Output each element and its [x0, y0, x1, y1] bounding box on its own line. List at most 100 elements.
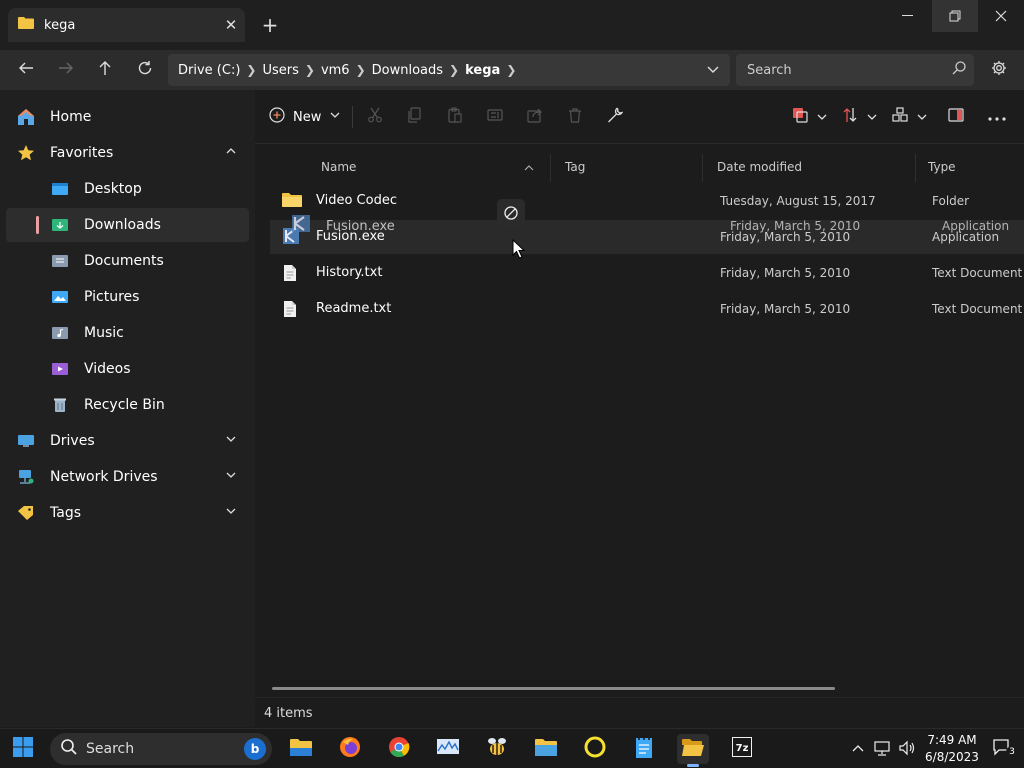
notification-center-button[interactable]: 3: [992, 738, 1018, 760]
column-divider[interactable]: [550, 154, 551, 182]
chevron-right-icon[interactable]: ❯: [506, 63, 516, 77]
tab-kega[interactable]: kega ✕: [8, 8, 245, 42]
sidebar-item-desktop[interactable]: Desktop: [6, 172, 249, 206]
svg-text:7z: 7z: [736, 743, 749, 754]
forward-button[interactable]: [51, 55, 81, 85]
cut-button[interactable]: [362, 104, 388, 130]
file-type: Folder: [932, 194, 970, 208]
clock-time: 7:49 AM: [927, 733, 977, 747]
close-icon[interactable]: ✕: [217, 16, 245, 34]
chevron-down-icon[interactable]: [225, 505, 237, 521]
chevron-down-icon[interactable]: [916, 111, 928, 127]
properties-button[interactable]: [602, 104, 628, 130]
taskbar-resource-monitor[interactable]: [432, 734, 464, 764]
bing-icon[interactable]: b: [244, 738, 266, 760]
horizontal-scrollbar[interactable]: [272, 687, 835, 690]
paste-button[interactable]: [442, 104, 468, 130]
column-header-type[interactable]: Type: [928, 160, 956, 174]
share-button[interactable]: [522, 104, 548, 130]
taskbar-bee-app[interactable]: [481, 734, 513, 764]
select-all-icon: [792, 107, 808, 127]
sidebar-item-tags[interactable]: Tags: [6, 496, 249, 530]
layout-button[interactable]: [887, 104, 913, 130]
recycle-bin-icon: [50, 395, 70, 415]
file-row-readme-txt[interactable]: Readme.txt Friday, March 5, 2010 Text Do…: [270, 292, 1024, 326]
sidebar-item-downloads[interactable]: Downloads: [6, 208, 249, 242]
sidebar-item-videos[interactable]: Videos: [6, 352, 249, 386]
address-bar[interactable]: Drive (C:) ❯ Users ❯ vm6 ❯ Downloads ❯ k…: [168, 54, 730, 86]
restore-button[interactable]: [932, 0, 978, 32]
rename-button[interactable]: [482, 104, 508, 130]
new-tab-button[interactable]: +: [258, 12, 282, 38]
taskbar-ring-app[interactable]: [579, 734, 611, 764]
plus-circle-icon: [269, 107, 285, 127]
toolbar-divider: [352, 106, 353, 128]
network-icon[interactable]: [873, 739, 891, 761]
taskbar-7zip[interactable]: 7z: [726, 734, 758, 764]
taskbar-search-input[interactable]: Search b: [50, 733, 272, 765]
preview-pane-button[interactable]: [943, 104, 969, 130]
new-button[interactable]: New: [269, 104, 341, 130]
delete-button[interactable]: [562, 104, 588, 130]
taskbar-file-explorer-active[interactable]: [677, 734, 709, 767]
folder-icon: [282, 192, 302, 212]
taskbar-clock[interactable]: 7:49 AM 6/8/2023: [922, 732, 982, 766]
taskbar-chrome[interactable]: [383, 734, 415, 764]
breadcrumb-vm6[interactable]: vm6: [321, 63, 350, 78]
breadcrumb-drive[interactable]: Drive (C:): [178, 63, 240, 78]
sidebar-item-favorites[interactable]: Favorites: [6, 136, 249, 170]
breadcrumb-kega[interactable]: kega: [465, 63, 500, 78]
sidebar-item-network-drives[interactable]: Network Drives: [6, 460, 249, 494]
search-input[interactable]: Search: [736, 54, 974, 86]
refresh-icon: [137, 60, 153, 80]
column-header-name[interactable]: Name: [321, 160, 356, 174]
taskbar-notepad[interactable]: [628, 734, 660, 764]
chevron-up-icon[interactable]: [225, 145, 237, 161]
up-button[interactable]: [90, 55, 120, 85]
chevron-down-icon[interactable]: [816, 111, 828, 127]
sidebar-item-pictures[interactable]: Pictures: [6, 280, 249, 314]
file-type: Text Document: [932, 266, 1023, 280]
breadcrumb-downloads[interactable]: Downloads: [372, 63, 443, 78]
volume-icon[interactable]: [898, 739, 916, 761]
minimize-button[interactable]: [885, 0, 931, 32]
column-header-date-modified[interactable]: Date modified: [717, 160, 802, 174]
network-drive-icon: [16, 467, 36, 487]
chevron-up-icon[interactable]: [852, 742, 864, 757]
column-divider[interactable]: [702, 154, 703, 182]
file-date: Friday, March 5, 2010: [720, 266, 851, 280]
more-options-button[interactable]: [984, 104, 1010, 130]
close-window-button[interactable]: [978, 0, 1024, 32]
sidebar-item-documents[interactable]: Documents: [6, 244, 249, 278]
start-button[interactable]: [7, 734, 39, 764]
sidebar-item-drives[interactable]: Drives: [6, 424, 249, 458]
column-divider[interactable]: [915, 154, 916, 182]
selection-options-button[interactable]: [787, 104, 813, 130]
chevron-right-icon: ❯: [355, 63, 366, 77]
selection-indicator: [36, 216, 39, 234]
copy-button[interactable]: [402, 104, 428, 130]
taskbar-file-explorer-2[interactable]: [530, 734, 562, 764]
taskbar-firefox[interactable]: [334, 734, 366, 764]
sort-ascending-icon[interactable]: [523, 162, 535, 177]
chevron-down-icon[interactable]: [225, 469, 237, 485]
taskbar-search-placeholder: Search: [86, 741, 135, 757]
drive-icon: [16, 431, 36, 451]
search-icon[interactable]: [952, 61, 966, 79]
file-row-history-txt[interactable]: History.txt Friday, March 5, 2010 Text D…: [270, 256, 1024, 290]
open-folder-icon: [681, 737, 705, 761]
desktop-folder-icon: [50, 179, 70, 199]
chevron-down-icon[interactable]: [706, 62, 720, 80]
settings-button[interactable]: [984, 55, 1014, 85]
taskbar-file-explorer-1[interactable]: [285, 734, 317, 764]
chevron-down-icon[interactable]: [225, 433, 237, 449]
back-button[interactable]: [11, 55, 41, 85]
chevron-down-icon[interactable]: [866, 111, 878, 127]
sidebar-item-recycle-bin[interactable]: Recycle Bin: [6, 388, 249, 422]
sort-button[interactable]: [837, 104, 863, 130]
refresh-button[interactable]: [130, 55, 160, 85]
breadcrumb-users[interactable]: Users: [262, 63, 298, 78]
sidebar-item-home[interactable]: Home: [6, 100, 249, 134]
column-header-tag[interactable]: Tag: [565, 160, 585, 174]
sidebar-item-music[interactable]: Music: [6, 316, 249, 350]
